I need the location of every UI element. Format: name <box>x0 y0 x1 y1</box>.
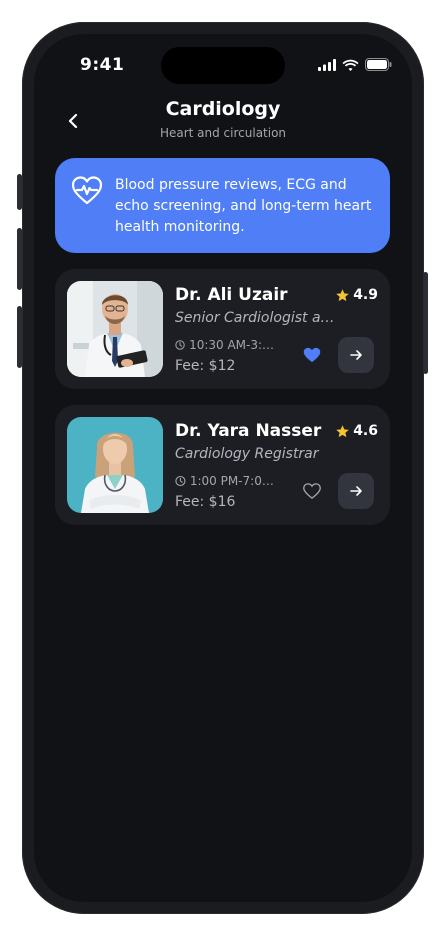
doctor-title: Cardiology Registrar <box>175 446 319 462</box>
specialty-banner: Blood pressure reviews, ECG and echo scr… <box>55 158 390 253</box>
heart-outline-icon <box>303 483 321 499</box>
doctor-rating: 4.9 <box>335 287 378 303</box>
wifi-icon <box>342 59 359 71</box>
doctor-card[interactable]: Dr. Yara Nasser 4.6 Cardiology Registrar… <box>55 405 390 525</box>
rating-value: 4.6 <box>353 423 378 439</box>
doctor-photo <box>67 417 163 513</box>
heart-pulse-icon <box>71 176 103 205</box>
doctor-hours: 10:30 AM-3:30 PM <box>175 338 281 352</box>
arrow-right-icon <box>350 350 362 360</box>
star-icon <box>336 424 349 437</box>
doctor-fee: Fee: $16 <box>175 494 236 510</box>
battery-icon <box>365 58 392 71</box>
page-subtitle: Heart and circulation <box>159 126 287 140</box>
doctor-photo <box>67 281 163 377</box>
status-time: 9:41 <box>80 55 125 75</box>
open-doctor-button[interactable] <box>338 473 374 509</box>
doctor-title: Senior Cardiologist at Heart Center <box>175 310 335 326</box>
doctor-rating: 4.6 <box>335 423 378 439</box>
banner-text: Blood pressure reviews, ECG and echo scr… <box>115 177 372 235</box>
hours-text: 1:00 PM-7:00 PM <box>189 474 281 488</box>
page-title: Cardiology <box>165 98 281 120</box>
favorite-button[interactable] <box>301 344 323 366</box>
screen: 9:41 Cardiology Heart and circulation Bl… <box>34 34 412 902</box>
favorite-button[interactable] <box>301 480 323 502</box>
doctor-name: Dr. Ali Uzair <box>175 285 288 305</box>
clock-icon <box>175 475 186 487</box>
signal-icon <box>318 58 336 71</box>
arrow-right-icon <box>350 486 362 496</box>
open-doctor-button[interactable] <box>338 337 374 373</box>
doctor-card[interactable]: Dr. Ali Uzair 4.9 Senior Cardiologist at… <box>55 269 390 389</box>
doctor-hours: 1:00 PM-7:00 PM <box>175 474 281 488</box>
heart-filled-icon <box>303 347 321 363</box>
hours-text: 10:30 AM-3:30 PM <box>189 338 281 352</box>
status-bar: 9:41 <box>34 34 412 94</box>
dynamic-island <box>161 47 285 84</box>
star-icon <box>336 288 349 301</box>
status-icons <box>318 58 392 71</box>
rating-value: 4.9 <box>353 287 378 303</box>
doctor-fee: Fee: $12 <box>175 358 236 374</box>
doctor-name: Dr. Yara Nasser <box>175 421 322 441</box>
clock-icon <box>175 340 185 350</box>
